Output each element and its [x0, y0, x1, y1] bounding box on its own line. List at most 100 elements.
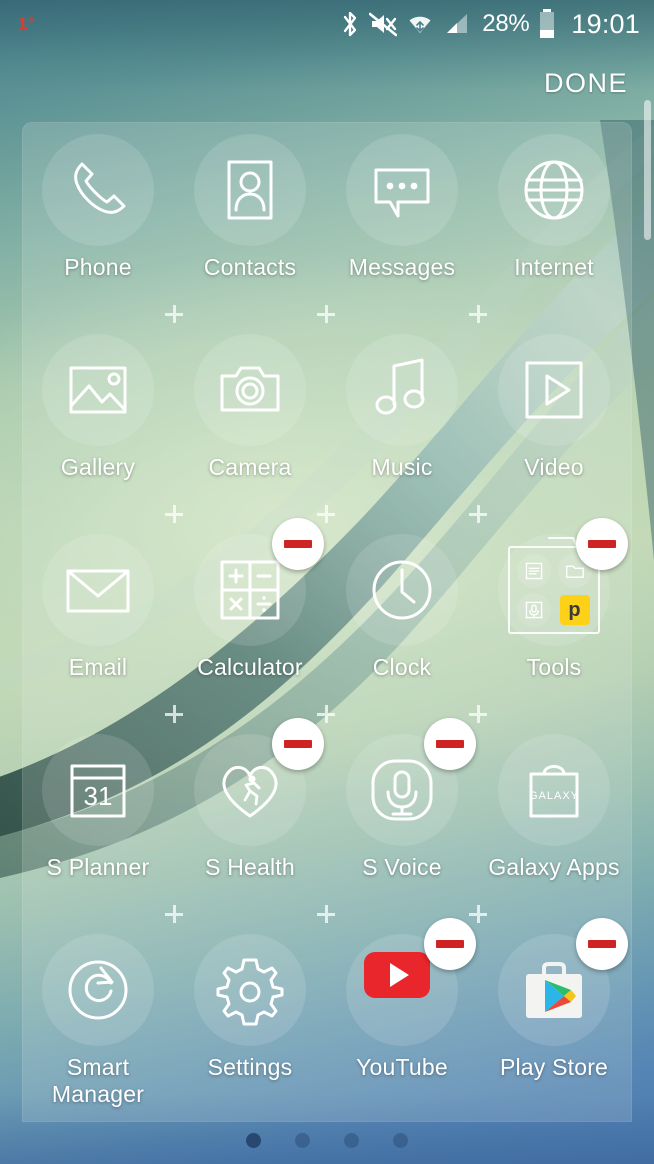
calculator-icon: [212, 552, 288, 628]
internet-icon: [516, 152, 592, 228]
email-icon: [60, 552, 136, 628]
app-icon-settings[interactable]: Settings: [174, 922, 326, 1122]
app-icon-wrapper: [346, 734, 458, 846]
add-drop-hint-icon[interactable]: [468, 704, 488, 724]
vertical-scrollbar[interactable]: [644, 100, 651, 240]
pen-up-icon: р: [560, 595, 590, 625]
app-label: Smart Manager: [22, 1054, 174, 1108]
app-label: Video: [524, 454, 583, 481]
app-label: Play Store: [500, 1054, 608, 1081]
app-icon-s-planner[interactable]: 31S Planner: [22, 722, 174, 922]
app-icon-wrapper: [194, 334, 306, 446]
app-icon-music[interactable]: Music: [326, 322, 478, 522]
recorder-icon: [517, 593, 551, 627]
folder-tab: [548, 537, 578, 548]
clock-icon: [364, 552, 440, 628]
app-icon-youtube[interactable]: YouTube: [326, 922, 478, 1122]
memo-icon: [517, 554, 551, 588]
app-icon-s-voice[interactable]: S Voice: [326, 722, 478, 922]
app-label: Music: [371, 454, 432, 481]
app-icon-contacts[interactable]: Contacts: [174, 122, 326, 322]
remove-app-badge[interactable]: [424, 718, 476, 770]
calendar-icon: 31: [60, 752, 136, 828]
app-icon-clock[interactable]: Clock: [326, 522, 478, 722]
app-icon-wrapper: [42, 534, 154, 646]
temperature-indicator: 1°: [18, 14, 35, 34]
app-label: YouTube: [356, 1054, 448, 1081]
app-icon-play-store[interactable]: Play Store: [478, 922, 630, 1122]
minus-icon: [436, 940, 464, 948]
add-drop-hint-icon[interactable]: [316, 504, 336, 524]
app-icon-phone[interactable]: Phone: [22, 122, 174, 322]
minus-icon: [284, 540, 312, 548]
minus-icon: [284, 740, 312, 748]
contacts-icon: [212, 152, 288, 228]
app-icon-wrapper: [42, 934, 154, 1046]
app-icon-camera[interactable]: Camera: [174, 322, 326, 522]
battery-icon: [538, 8, 556, 40]
svg-text:31: 31: [84, 781, 113, 811]
app-icon-wrapper: [498, 334, 610, 446]
add-drop-hint-icon[interactable]: [468, 904, 488, 924]
app-icon-wrapper: GALAXY: [498, 734, 610, 846]
minus-icon: [588, 940, 616, 948]
add-drop-hint-icon[interactable]: [468, 304, 488, 324]
app-icon-wrapper: р: [498, 534, 610, 646]
messages-icon: [364, 152, 440, 228]
app-icon-video[interactable]: Video: [478, 322, 630, 522]
app-icon-wrapper: [194, 534, 306, 646]
minus-icon: [436, 740, 464, 748]
app-icon-tools[interactable]: рTools: [478, 522, 630, 722]
app-label: Calculator: [197, 654, 303, 681]
add-drop-hint-icon[interactable]: [164, 904, 184, 924]
add-drop-hint-icon[interactable]: [316, 704, 336, 724]
app-icon-messages[interactable]: Messages: [326, 122, 478, 322]
add-drop-hint-icon[interactable]: [164, 704, 184, 724]
add-drop-hint-icon[interactable]: [468, 504, 488, 524]
app-icon-calculator[interactable]: Calculator: [174, 522, 326, 722]
app-icon-wrapper: [194, 734, 306, 846]
gallery-icon: [60, 352, 136, 428]
folder-item-memo-icon[interactable]: [514, 552, 553, 589]
app-icon-wrapper: [42, 134, 154, 246]
add-drop-hint-icon[interactable]: [164, 304, 184, 324]
music-icon: [364, 352, 440, 428]
page-dot-3[interactable]: [344, 1133, 359, 1148]
app-icon-wrapper: [194, 134, 306, 246]
page-dot-1[interactable]: [246, 1133, 261, 1148]
app-label: Clock: [373, 654, 432, 681]
app-label: Internet: [514, 254, 594, 281]
youtube-icon: [364, 952, 440, 1028]
add-drop-hint-icon[interactable]: [316, 904, 336, 924]
phone-icon: [60, 152, 136, 228]
page-indicator[interactable]: [0, 1133, 654, 1148]
app-icon-smart-manager[interactable]: Smart Manager: [22, 922, 174, 1122]
add-drop-hint-icon[interactable]: [164, 504, 184, 524]
page-dot-2[interactable]: [295, 1133, 310, 1148]
camera-icon: [212, 352, 288, 428]
remove-app-badge[interactable]: [576, 518, 628, 570]
video-icon: [516, 352, 592, 428]
microphone-icon: [364, 752, 440, 828]
add-drop-hint-icon[interactable]: [316, 304, 336, 324]
app-icon-email[interactable]: Email: [22, 522, 174, 722]
mute-icon: [369, 10, 397, 38]
app-icon-wrapper: [498, 134, 610, 246]
status-bar: 1° 28% 19:01: [0, 0, 654, 48]
app-icon-galaxy-apps[interactable]: GALAXYGalaxy Apps: [478, 722, 630, 922]
app-icon-wrapper: [346, 334, 458, 446]
app-icon-s-health[interactable]: S Health: [174, 722, 326, 922]
app-icon-internet[interactable]: Internet: [478, 122, 630, 322]
page-dot-4[interactable]: [393, 1133, 408, 1148]
app-label: Contacts: [204, 254, 296, 281]
remove-app-badge[interactable]: [424, 918, 476, 970]
app-icon-gallery[interactable]: Gallery: [22, 322, 174, 522]
remove-app-badge[interactable]: [576, 918, 628, 970]
remove-app-badge[interactable]: [272, 718, 324, 770]
done-button[interactable]: DONE: [544, 68, 628, 99]
app-label: Settings: [208, 1054, 293, 1081]
remove-app-badge[interactable]: [272, 518, 324, 570]
app-label: S Voice: [362, 854, 441, 881]
folder-item-recorder-icon[interactable]: [514, 591, 553, 628]
folder-item-pen-up-icon[interactable]: р: [555, 591, 594, 628]
